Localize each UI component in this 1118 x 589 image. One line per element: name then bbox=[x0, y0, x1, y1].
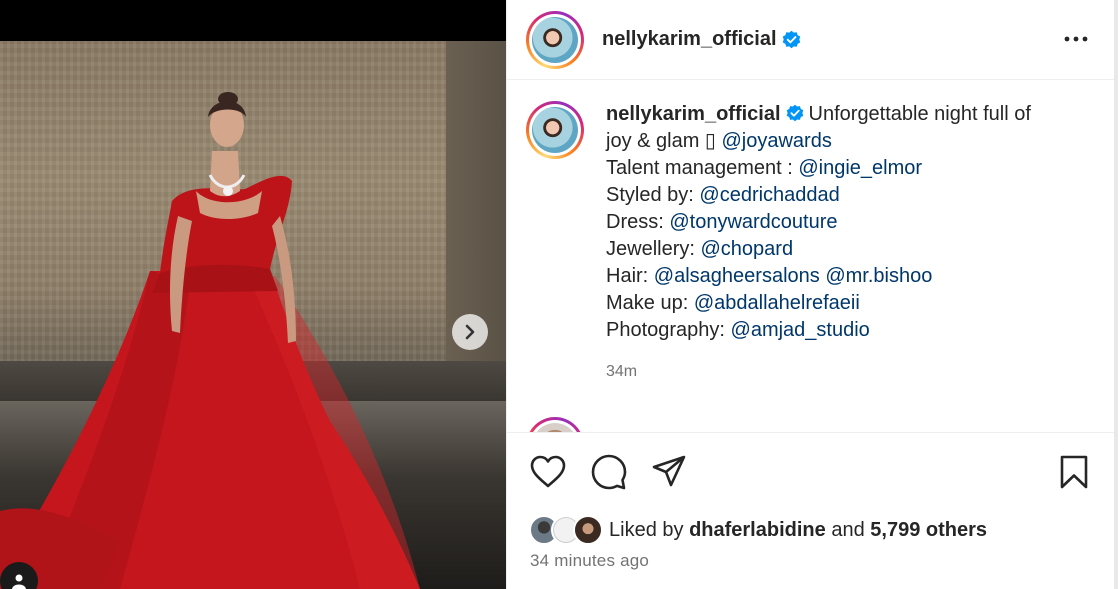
send-icon bbox=[652, 455, 686, 487]
liker-avatars bbox=[529, 515, 603, 545]
user-tag-icon bbox=[12, 574, 26, 589]
post-header: nellykarim_official bbox=[507, 0, 1117, 80]
post-photo bbox=[0, 41, 506, 589]
likes-summary[interactable]: Liked by dhaferlabidine and 5,799 others bbox=[529, 515, 987, 545]
caption-line: Jewellery: bbox=[606, 238, 701, 260]
woman-in-red-gown-figure bbox=[0, 92, 420, 589]
likes-and: and bbox=[831, 518, 865, 541]
more-options-icon bbox=[1064, 36, 1088, 42]
chevron-right-icon bbox=[465, 324, 475, 340]
mention-link[interactable]: @abdallahelrefaeii bbox=[694, 292, 860, 314]
author-username[interactable]: nellykarim_official bbox=[602, 28, 777, 51]
caption-line: Make up: bbox=[606, 292, 694, 314]
mention-link[interactable]: @alsagheersalons bbox=[654, 265, 820, 287]
post-timestamp[interactable]: 34 minutes ago bbox=[530, 551, 649, 571]
caption-author-username[interactable]: nellykarim_official bbox=[606, 103, 781, 125]
author-avatar[interactable] bbox=[526, 10, 584, 69]
scrollbar[interactable] bbox=[1114, 0, 1118, 589]
caption-author-avatar[interactable] bbox=[526, 101, 584, 159]
heart-icon bbox=[530, 455, 566, 488]
more-options-button[interactable] bbox=[1063, 28, 1089, 50]
share-button[interactable] bbox=[649, 452, 689, 492]
mention-link[interactable]: @chopard bbox=[700, 238, 793, 260]
caption-timestamp[interactable]: 34m bbox=[606, 358, 1076, 385]
caption-line: Styled by: bbox=[606, 184, 700, 206]
bookmark-icon bbox=[1060, 455, 1088, 489]
comments-section[interactable]: nellykarim_official Unforgettable night … bbox=[507, 81, 1115, 432]
comment-button[interactable] bbox=[589, 452, 629, 492]
mention-link[interactable]: @ingie_elmor bbox=[798, 157, 922, 179]
post-media[interactable] bbox=[0, 0, 506, 589]
post-caption: nellykarim_official Unforgettable night … bbox=[526, 101, 1086, 385]
caption-text: nellykarim_official Unforgettable night … bbox=[606, 101, 1076, 385]
likes-prefix: Liked by bbox=[609, 518, 684, 541]
mention-link[interactable]: @tonywardcouture bbox=[669, 211, 837, 233]
caption-line: joy & glam ▯ bbox=[606, 130, 722, 152]
save-button[interactable] bbox=[1054, 452, 1094, 492]
mention-link[interactable]: @amjad_studio bbox=[731, 319, 870, 341]
mention-link[interactable]: @mr.bishoo bbox=[825, 265, 932, 287]
like-button[interactable] bbox=[528, 452, 568, 492]
caption-line: Hair: bbox=[606, 265, 654, 287]
likes-text: Liked by dhaferlabidine and 5,799 others bbox=[609, 519, 987, 542]
author-name-block[interactable]: nellykarim_official bbox=[602, 28, 801, 51]
verified-badge-icon bbox=[786, 104, 803, 122]
post-details-panel: nellykarim_official nellykarim_official bbox=[506, 0, 1117, 589]
next-photo-button[interactable] bbox=[452, 314, 488, 350]
post-actions: Liked by dhaferlabidine and 5,799 others… bbox=[507, 432, 1115, 589]
verified-badge-icon bbox=[782, 30, 800, 49]
caption-line: Unforgettable night full of bbox=[808, 103, 1031, 125]
comment-icon bbox=[591, 454, 627, 490]
caption-line: Talent management : bbox=[606, 157, 799, 179]
likes-others-count[interactable]: 5,799 others bbox=[870, 519, 987, 541]
caption-line: Dress: bbox=[606, 211, 670, 233]
avatar bbox=[573, 515, 603, 545]
mention-link[interactable]: @cedrichaddad bbox=[699, 184, 839, 206]
caption-line: Photography: bbox=[606, 319, 731, 341]
mention-link[interactable]: @joyawards bbox=[722, 130, 832, 152]
liker-username[interactable]: dhaferlabidine bbox=[689, 519, 826, 541]
next-comment-avatar[interactable] bbox=[526, 417, 584, 432]
